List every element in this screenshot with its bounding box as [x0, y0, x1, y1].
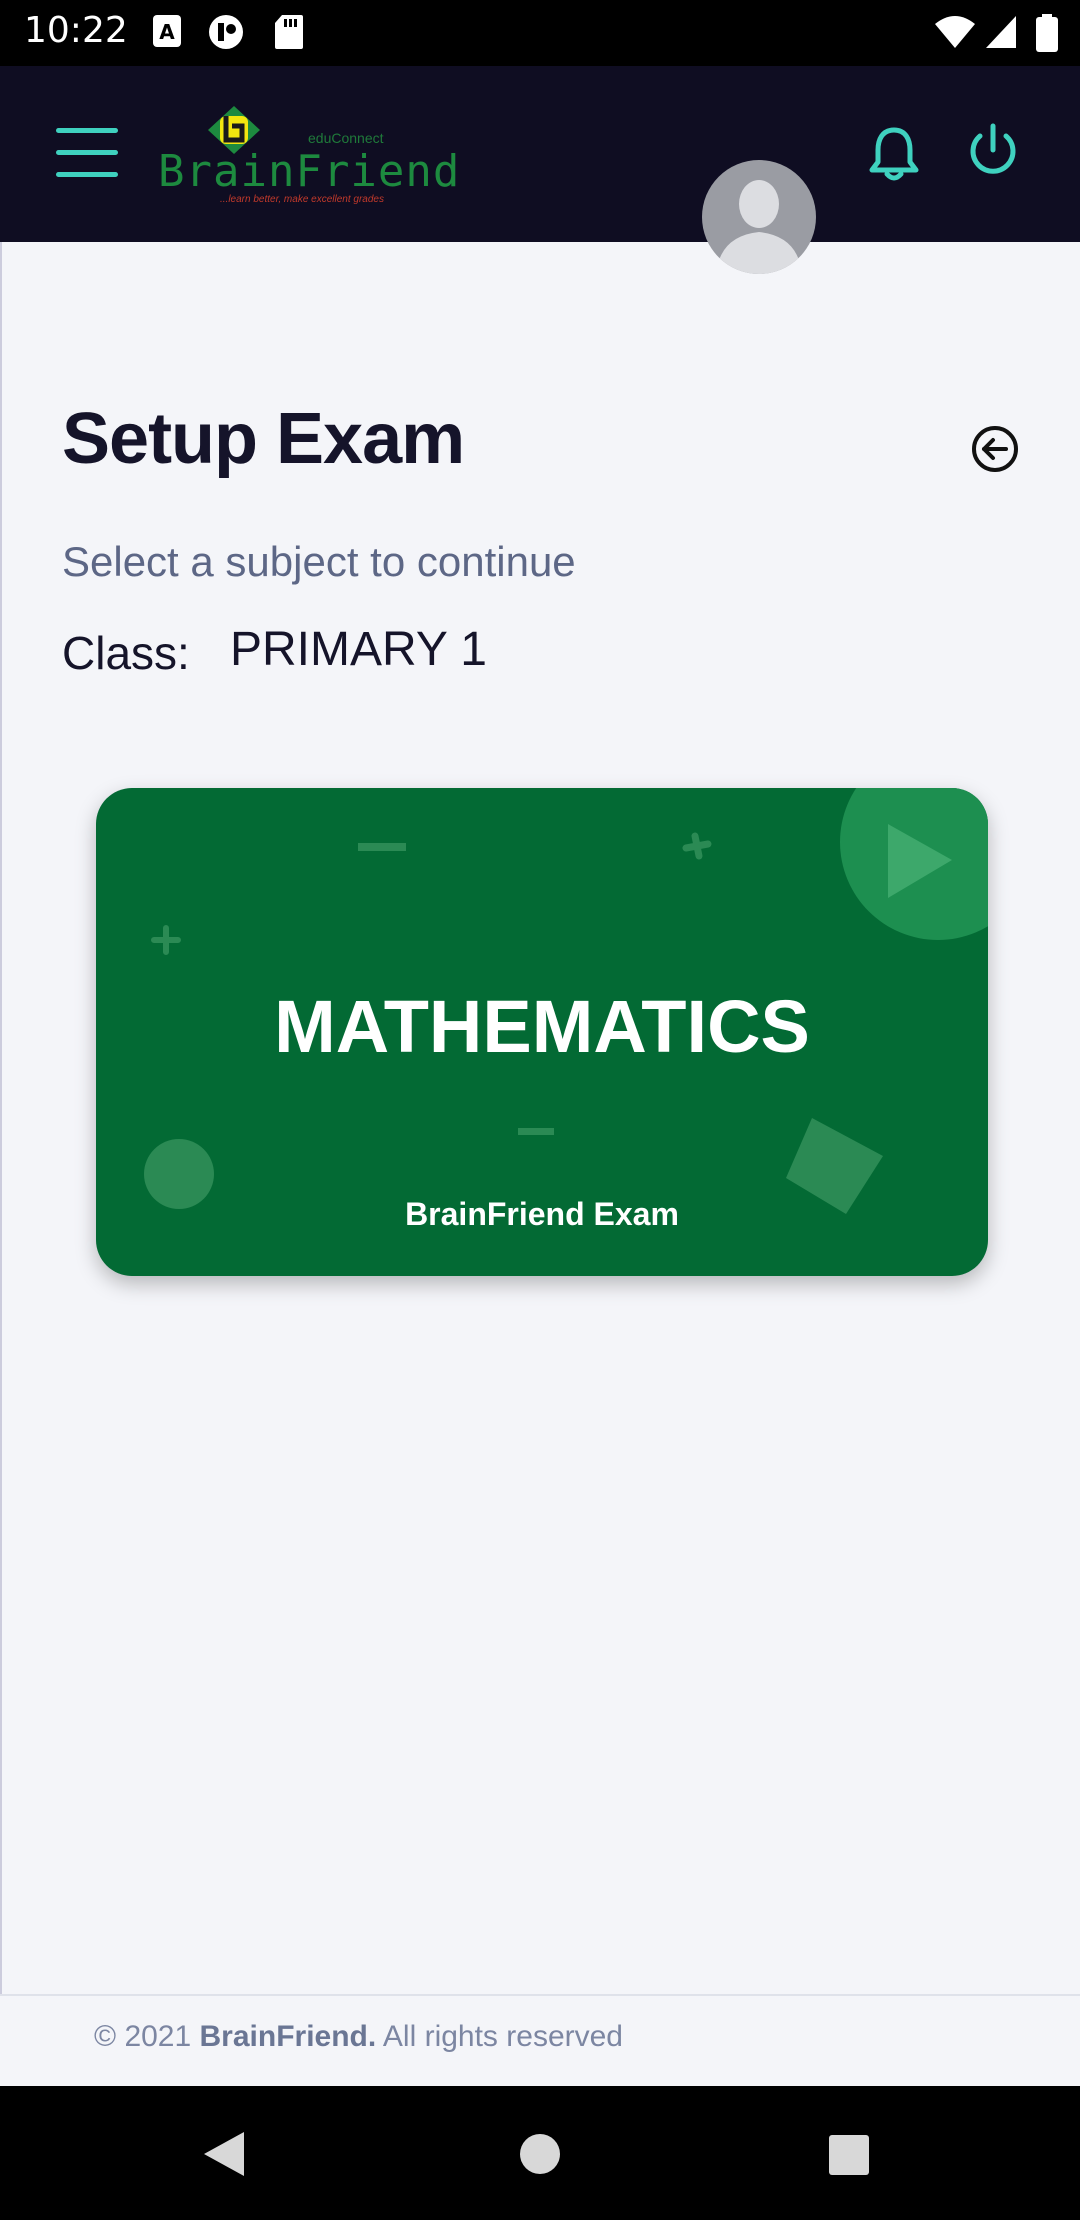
back-arrow-icon[interactable] — [970, 424, 1020, 474]
class-label: Class: — [62, 627, 190, 679]
status-bar: 10:22 A — [0, 0, 1080, 66]
logo-brand: BrainFriend — [158, 146, 461, 197]
sd-card-icon — [275, 15, 303, 49]
nav-back-icon[interactable] — [200, 2130, 248, 2178]
class-value: PRIMARY 1 — [230, 623, 487, 676]
subject-caption: BrainFriend Exam — [405, 1196, 679, 1232]
svg-text:A: A — [159, 20, 175, 44]
page-title: Setup Exam — [62, 399, 465, 479]
status-time: 10:22 — [24, 10, 128, 51]
wifi-icon — [935, 16, 975, 48]
battery-icon — [1036, 14, 1058, 52]
copyright-prefix: © 2021 — [94, 2020, 200, 2053]
copyright-brand: BrainFriend. — [199, 2020, 377, 2053]
footer: © 2021 BrainFriend. All rights reserved — [0, 1994, 1080, 2088]
notification-app-icon — [209, 15, 243, 49]
hamburger-menu-icon[interactable] — [56, 128, 118, 178]
copyright-suffix: All rights reserved — [376, 2020, 623, 2053]
subject-card-mathematics[interactable]: MATHEMATICS BrainFriend Exam — [96, 788, 988, 1276]
nav-home-icon[interactable] — [518, 2132, 562, 2176]
main-content: Setup Exam Select a subject to continue … — [0, 242, 1080, 1994]
copyright-text: © 2021 BrainFriend. All rights reserved — [94, 2020, 623, 2054]
subject-name: MATHEMATICS — [274, 985, 810, 1068]
page-subtitle: Select a subject to continue — [62, 538, 576, 585]
logo-tagline: ...learn better, make excellent grades — [220, 194, 384, 205]
nav-recents-icon[interactable] — [828, 2134, 870, 2176]
bell-icon[interactable] — [866, 124, 922, 184]
signal-icon — [986, 16, 1016, 48]
logo-educonnect: eduConnect — [308, 130, 384, 146]
notification-a-icon: A — [153, 15, 181, 47]
brainfriend-logo[interactable]: eduConnect BrainFriend ...learn better, … — [158, 104, 459, 206]
system-nav-bar — [0, 2086, 1080, 2220]
power-icon[interactable] — [964, 122, 1022, 182]
